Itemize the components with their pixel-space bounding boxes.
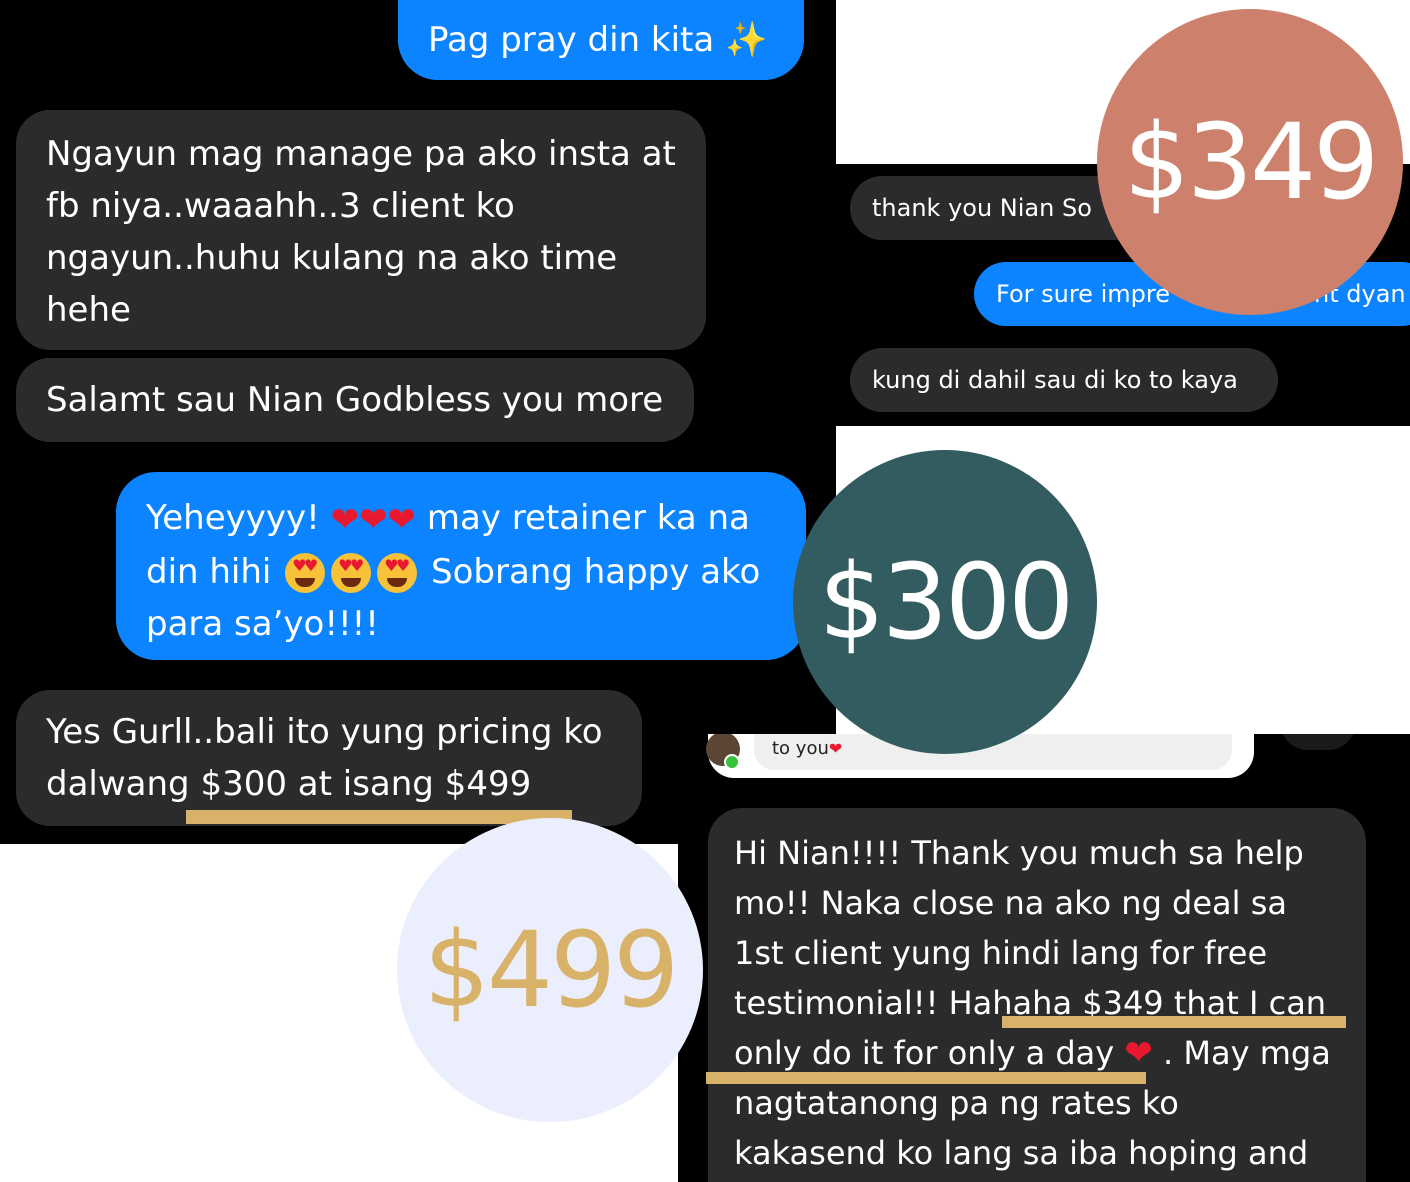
highlight-underline-day [706,1072,1146,1084]
heart-icon: ❤ [828,739,843,758]
heart-emoji-icon: ❤ [1124,1033,1153,1073]
message-pricing-text-a: Yes Gurll..bali ito yung pricing ko [46,712,603,752]
message-thank-you-text: thank you Nian So [872,194,1092,222]
message-yehey-text-a: Yeheyyyy! [146,498,320,538]
message-hi-nian[interactable]: Hi Nian!!!! Thank you much sa help mo!! … [708,808,1366,1182]
message-manage-text: Ngayun mag manage pa ako insta at fb niy… [46,134,676,330]
message-for-sure-text: For sure impre [996,280,1170,308]
message-salamat[interactable]: Salamt sau Nian Godbless you more [16,358,694,442]
message-pray-text: Pag pray din kita ✨ [428,20,768,60]
message-pricing[interactable]: Yes Gurll..bali ito yung pricing ko dalw… [16,690,642,826]
message-salamat-text: Salamt sau Nian Godbless you more [46,380,664,420]
price-badge-349: $349 [1097,9,1403,315]
heart-emoji-icon: ❤❤❤ [330,499,417,540]
message-yehey[interactable]: Yeheyyyy! ❤❤❤ may retainer ka na din hih… [116,472,806,660]
price-badge-300: $300 [793,450,1097,754]
heart-eyes-emoji-icon [331,553,372,593]
heart-eyes-emoji-icon [377,553,418,593]
price-badge-300-text: $300 [818,541,1075,663]
price-badge-349-text: $349 [1123,101,1380,223]
price-badge-499-text: $499 [423,909,680,1031]
left-chat-panel: Pag pray din kita ✨ Ngayun mag manage pa… [0,0,836,844]
price-badge-499: $499 [397,818,703,1122]
heart-eyes-emoji-icon [285,553,326,593]
highlight-underline-349 [1002,1016,1346,1028]
message-pray[interactable]: Pag pray din kita ✨ [398,0,804,80]
reply-snippet-text: to you [772,738,829,759]
message-kung-di-text: kung di dahil sau di ko to kaya [872,366,1238,394]
bottom-chat-panel: to you❤ Hi Nian!!!! Thank you much sa he… [678,734,1410,1182]
message-kung-di[interactable]: kung di dahil sau di ko to kaya [850,348,1278,412]
scroll-button[interactable] [1280,734,1356,750]
online-status-dot [724,754,740,770]
message-manage[interactable]: Ngayun mag manage pa ako insta at fb niy… [16,110,706,350]
message-pricing-text-b: dalwang $300 at isang $499 [46,764,532,804]
